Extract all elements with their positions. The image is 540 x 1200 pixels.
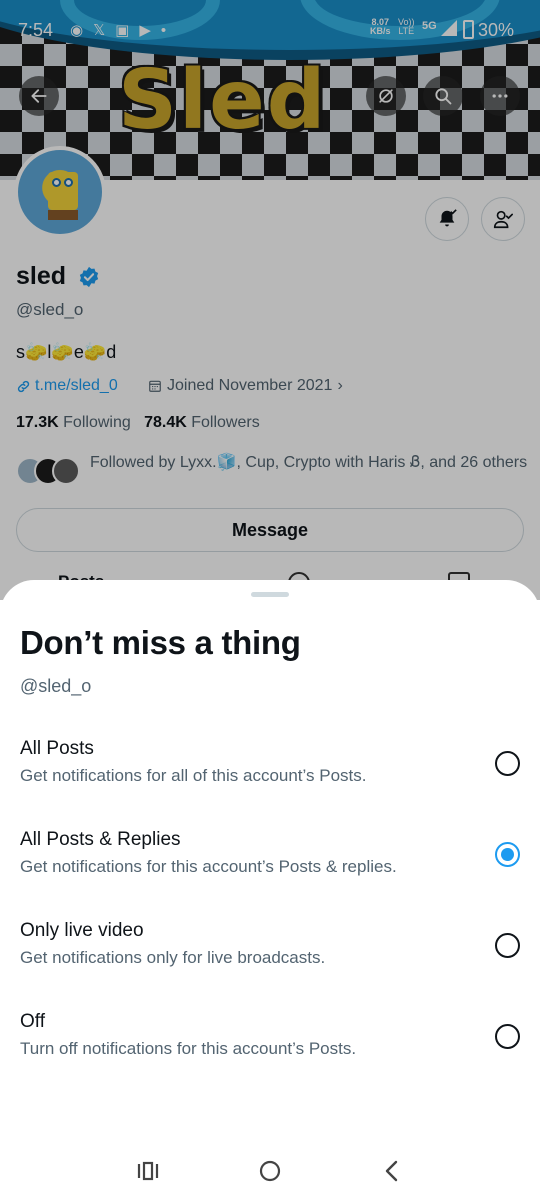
option-description: Get notifications for this account’s Pos… bbox=[20, 857, 397, 876]
modal-overlay[interactable] bbox=[0, 0, 540, 600]
option-all-posts[interactable]: All Posts Get notifications for all of t… bbox=[0, 738, 540, 818]
option-title: Off bbox=[20, 1011, 45, 1032]
back-chevron-icon bbox=[385, 1160, 398, 1182]
home-icon bbox=[259, 1160, 281, 1182]
nav-back-button[interactable] bbox=[377, 1158, 407, 1184]
option-title: All Posts & Replies bbox=[20, 829, 181, 850]
option-all-posts-replies[interactable]: All Posts & Replies Get notifications fo… bbox=[0, 829, 540, 909]
recents-icon bbox=[137, 1161, 159, 1181]
radio-only-live-video[interactable] bbox=[495, 933, 520, 958]
option-only-live-video[interactable]: Only live video Get notifications only f… bbox=[0, 920, 540, 1000]
home-button[interactable] bbox=[255, 1158, 285, 1184]
option-description: Get notifications for all of this accoun… bbox=[20, 766, 367, 785]
radio-off[interactable] bbox=[495, 1024, 520, 1049]
option-title: Only live video bbox=[20, 920, 144, 941]
notification-settings-sheet: Don’t miss a thing @sled_o All Posts Get… bbox=[0, 580, 540, 1200]
system-nav-bar bbox=[0, 1140, 540, 1200]
sheet-drag-handle[interactable] bbox=[251, 592, 289, 597]
option-description: Turn off notifications for this account’… bbox=[20, 1039, 357, 1058]
sheet-handle: @sled_o bbox=[20, 676, 92, 696]
recents-button[interactable] bbox=[133, 1158, 163, 1184]
radio-all-posts[interactable] bbox=[495, 751, 520, 776]
option-off[interactable]: Off Turn off notifications for this acco… bbox=[0, 1011, 540, 1091]
sheet-title: Don’t miss a thing bbox=[20, 624, 301, 661]
radio-all-posts-replies[interactable] bbox=[495, 842, 520, 867]
option-title: All Posts bbox=[20, 738, 94, 759]
option-description: Get notifications only for live broadcas… bbox=[20, 948, 326, 967]
